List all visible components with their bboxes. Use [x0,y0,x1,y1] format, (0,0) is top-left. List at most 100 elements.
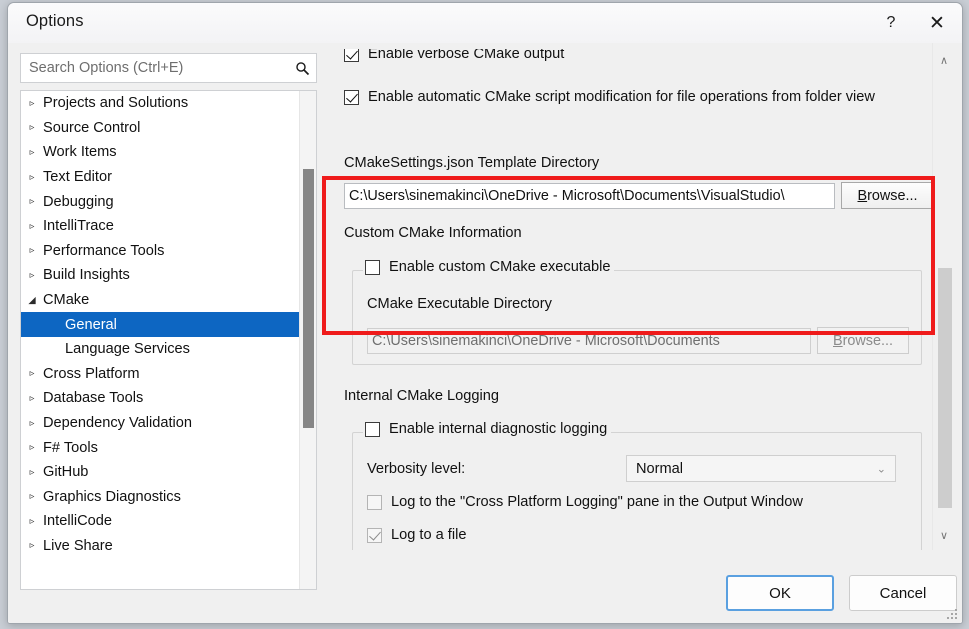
chevron-right-icon[interactable]: ▹ [21,368,43,379]
browse-label-2: Browse... [833,333,893,349]
options-tree-list[interactable]: ▹Projects and Solutions▹Source Control▹W… [21,91,299,589]
enable-auto-script-modification-row[interactable]: Enable automatic CMake script modificati… [344,89,875,105]
sidebar-item-label: Build Insights [43,267,130,283]
template-directory-input[interactable]: C:\Users\sinemakinci\OneDrive - Microsof… [344,183,835,209]
checkbox-auto-script-modification[interactable] [344,90,359,105]
enable-internal-diagnostic-logging-row[interactable]: Enable internal diagnostic logging [363,421,611,437]
scroll-up-icon[interactable]: ∧ [933,49,955,71]
sidebar-item-debugging[interactable]: ▹Debugging [21,189,299,214]
options-tree: ▹Projects and Solutions▹Source Control▹W… [20,90,317,590]
chevron-right-icon[interactable]: ▹ [21,221,43,232]
sidebar-item-label: Projects and Solutions [43,95,188,111]
settings-scrollbar-thumb[interactable] [938,268,952,508]
chevron-right-icon[interactable]: ▹ [21,147,43,158]
checkbox-enable-internal-diagnostic-logging[interactable] [365,422,380,437]
verbosity-level-select[interactable]: Normal ⌄ [626,455,896,482]
close-button[interactable]: ✕ [914,3,960,43]
sidebar-item-label: F# Tools [43,440,98,456]
search-box[interactable] [20,53,317,83]
enable-internal-diagnostic-logging-label: Enable internal diagnostic logging [389,421,607,437]
sidebar-item-intellicode[interactable]: ▹IntelliCode [21,509,299,534]
sidebar-item-cross-platform[interactable]: ▹Cross Platform [21,362,299,387]
chevron-right-icon[interactable]: ▹ [21,540,43,551]
chevron-right-icon[interactable]: ▹ [21,491,43,502]
tree-scrollbar[interactable] [299,91,316,589]
sidebar-item-label: Work Items [43,144,117,160]
sidebar-item-label: Dependency Validation [43,415,192,431]
tree-scrollbar-thumb[interactable] [303,169,314,428]
sidebar-item-build-insights[interactable]: ▹Build Insights [21,263,299,288]
template-directory-label: CMakeSettings.json Template Directory [344,155,599,171]
sidebar-item-github[interactable]: ▹GitHub [21,460,299,485]
chevron-right-icon[interactable]: ▹ [21,245,43,256]
template-directory-browse-button[interactable]: Browse... [841,182,934,209]
chevron-right-icon[interactable]: ▹ [21,172,43,183]
internal-cmake-logging-title: Internal CMake Logging [344,388,499,404]
sidebar-item-label: GitHub [43,464,88,480]
enable-auto-script-modification-label: Enable automatic CMake script modificati… [368,89,875,105]
cmake-executable-directory-input[interactable]: C:\Users\sinemakinci\OneDrive - Microsof… [367,328,811,354]
sidebar-item-cmake[interactable]: ◢CMake [21,288,299,313]
cancel-button[interactable]: Cancel [849,575,957,611]
chevron-right-icon[interactable]: ▹ [21,418,43,429]
sidebar-item-performance-tools[interactable]: ▹Performance Tools [21,239,299,264]
sidebar-item-dependency-validation[interactable]: ▹Dependency Validation [21,411,299,436]
sidebar-item-graphics-diagnostics[interactable]: ▹Graphics Diagnostics [21,485,299,510]
search-input[interactable] [21,60,288,76]
search-icon[interactable] [288,54,316,82]
sidebar-item-label: Source Control [43,120,140,136]
verbosity-level-value: Normal [636,461,683,477]
sidebar-item-projects-and-solutions[interactable]: ▹Projects and Solutions [21,91,299,116]
sidebar-item-label: Database Tools [43,390,143,406]
chevron-down-icon: ⌄ [877,462,886,475]
sidebar-item-source-control[interactable]: ▹Source Control [21,116,299,141]
sidebar-item-language-services[interactable]: Language Services [21,337,299,362]
dialog-body: ▹Projects and Solutions▹Source Control▹W… [8,43,962,623]
settings-scrollbar[interactable]: ∧ ∨ [932,43,954,550]
title-bar: Options ? ✕ [8,3,962,43]
log-to-file-label: Log to a file [391,527,466,543]
settings-panel: Enable verbose CMake output Enable autom… [330,43,954,550]
question-mark-icon: ? [887,14,896,32]
custom-cmake-information-title: Custom CMake Information [344,225,522,241]
sidebar-item-label: IntelliCode [43,513,112,529]
sidebar-item-database-tools[interactable]: ▹Database Tools [21,386,299,411]
options-dialog: Options ? ✕ ▹Projects and [7,2,963,624]
log-to-output-pane-row[interactable]: Log to the "Cross Platform Logging" pane… [367,494,803,510]
help-button[interactable]: ? [868,3,914,43]
checkbox-enable-custom-cmake-executable[interactable] [365,260,380,275]
sidebar-item-intellitrace[interactable]: ▹IntelliTrace [21,214,299,239]
checkbox-log-to-output-pane[interactable] [367,495,382,510]
resize-grip[interactable] [944,606,957,619]
browse-label-1: Browse... [858,188,918,204]
sidebar-item-f-tools[interactable]: ▹F# Tools [21,435,299,460]
chevron-down-icon[interactable]: ◢ [21,295,43,306]
sidebar-item-label: Debugging [43,194,114,210]
chevron-right-icon[interactable]: ▹ [21,122,43,133]
sidebar-item-label: IntelliTrace [43,218,114,234]
chevron-right-icon[interactable]: ▹ [21,516,43,527]
sidebar-item-label: Graphics Diagnostics [43,489,181,505]
checkbox-log-to-file[interactable] [367,528,382,543]
chevron-right-icon[interactable]: ▹ [21,270,43,281]
sidebar-item-general[interactable]: General [21,312,299,337]
cmake-executable-browse-button[interactable]: Browse... [817,327,909,354]
sidebar-item-text-editor[interactable]: ▹Text Editor [21,165,299,190]
chevron-right-icon[interactable]: ▹ [21,442,43,453]
sidebar-item-label: Performance Tools [43,243,164,259]
log-to-file-row[interactable]: Log to a file [367,527,466,543]
enable-custom-cmake-executable-row[interactable]: Enable custom CMake executable [363,259,614,275]
ok-button[interactable]: OK [726,575,834,611]
close-icon: ✕ [929,12,945,35]
cmake-executable-directory-label: CMake Executable Directory [367,296,552,312]
chevron-right-icon[interactable]: ▹ [21,98,43,109]
chevron-right-icon[interactable]: ▹ [21,196,43,207]
chevron-right-icon[interactable]: ▹ [21,467,43,478]
chevron-right-icon[interactable]: ▹ [21,393,43,404]
scroll-down-icon[interactable]: ∨ [933,524,955,546]
sidebar-item-live-share[interactable]: ▹Live Share [21,534,299,559]
ok-label: OK [769,585,791,602]
settings-panel-inner: Enable verbose CMake output Enable autom… [330,43,924,550]
sidebar-item-work-items[interactable]: ▹Work Items [21,140,299,165]
sidebar-item-label: Text Editor [43,169,112,185]
